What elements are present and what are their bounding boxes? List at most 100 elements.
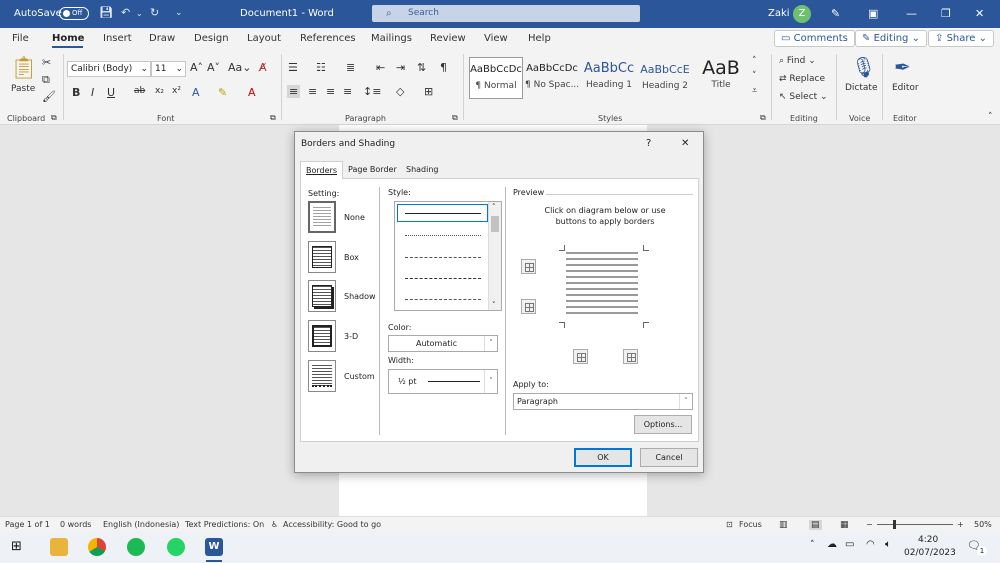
web-layout-icon[interactable]: ▦ — [840, 520, 849, 530]
style-dash-small[interactable] — [405, 257, 481, 258]
tab-page-border[interactable]: Page Border — [343, 161, 402, 178]
subscript-icon[interactable]: x₂ — [155, 86, 164, 96]
read-mode-icon[interactable]: ▥ — [779, 520, 788, 530]
zoom-slider[interactable] — [877, 524, 953, 525]
style-heading-1[interactable]: AaBbCc Heading 1 — [582, 57, 636, 99]
search-box[interactable]: ⌕ Search — [372, 5, 640, 22]
font-launcher-icon[interactable]: ⧉ — [270, 113, 276, 123]
avatar[interactable]: Z — [793, 5, 811, 23]
border-style-list[interactable]: ˄ ˅ — [394, 201, 502, 311]
clock-time[interactable]: 4:20 — [918, 535, 938, 545]
setting-box-label[interactable]: Box — [344, 253, 359, 262]
file-explorer-icon[interactable] — [50, 538, 68, 556]
align-left-icon[interactable]: ≡ — [287, 85, 301, 98]
paragraph-launcher-icon[interactable]: ⧉ — [452, 113, 458, 123]
undo-dropdown-icon[interactable]: ⌄ — [136, 9, 143, 18]
dictate-label[interactable]: Dictate — [845, 83, 878, 93]
options-button[interactable]: Options... — [634, 415, 692, 434]
minimize-icon[interactable]: — — [906, 7, 917, 20]
onedrive-icon[interactable]: ☁︎ — [827, 539, 837, 550]
width-select[interactable]: ½ pt ˅ — [388, 369, 498, 394]
setting-none-thumb[interactable] — [308, 201, 336, 233]
language[interactable]: English (Indonesia) — [103, 520, 179, 529]
tab-review[interactable]: Review — [430, 33, 466, 44]
style-solid[interactable] — [405, 213, 481, 214]
paste-icon[interactable]: 📋︎ — [10, 56, 38, 81]
clear-formatting-icon[interactable]: A̸ — [259, 61, 267, 74]
setting-none-label[interactable]: None — [344, 213, 365, 222]
customize-qat-icon[interactable]: ⌄ — [175, 8, 183, 18]
word-count[interactable]: 0 words — [60, 520, 91, 529]
text-effects-icon[interactable]: A — [192, 86, 200, 99]
autosave-toggle[interactable]: Off — [59, 7, 89, 20]
redo-icon[interactable]: ↻ — [150, 6, 159, 19]
pen-icon[interactable]: ✎ — [831, 7, 840, 20]
styles-launcher-icon[interactable]: ⧉ — [760, 113, 766, 123]
tab-home[interactable]: Home — [52, 33, 84, 44]
increase-indent-icon[interactable]: ⇥ — [396, 61, 405, 74]
undo-icon[interactable]: ↶ — [121, 6, 130, 19]
comments-button[interactable]: ▭ Comments — [774, 30, 855, 47]
align-center-icon[interactable]: ≡ — [308, 85, 317, 98]
justify-icon[interactable]: ≡ — [343, 85, 352, 98]
setting-3d-thumb[interactable] — [308, 320, 336, 352]
cancel-button[interactable]: Cancel — [640, 448, 698, 467]
collapse-ribbon-icon[interactable]: ˄ — [988, 112, 993, 122]
setting-custom-thumb[interactable] — [308, 360, 336, 392]
style-heading-2[interactable]: AaBbCcE Heading 2 — [638, 57, 692, 99]
color-select[interactable]: Automatic ˅ — [388, 335, 498, 352]
shading-icon[interactable]: ◇ — [396, 85, 404, 98]
decrease-indent-icon[interactable]: ⇤ — [376, 61, 385, 74]
font-size-select[interactable]: 11 ⌄ — [151, 61, 186, 77]
tab-help[interactable]: Help — [528, 33, 551, 44]
styles-scroll-down-icon[interactable]: ˅ — [752, 71, 757, 81]
preview-diagram[interactable] — [566, 250, 638, 318]
focus-button[interactable]: Focus — [739, 520, 762, 529]
scroll-down-icon[interactable]: ˅ — [492, 301, 496, 309]
numbering-icon[interactable]: ☷ — [316, 61, 326, 74]
style-dotted[interactable] — [405, 235, 481, 236]
microphone-icon[interactable]: 🎙︎ — [851, 55, 876, 79]
multilevel-list-icon[interactable]: ≣ — [346, 61, 355, 74]
bullets-icon[interactable]: ☰ — [288, 61, 298, 74]
editor-icon[interactable]: ✒︎ — [894, 55, 911, 79]
close-window-icon[interactable]: ✕ — [975, 7, 984, 20]
scroll-thumb[interactable] — [491, 216, 499, 232]
apply-to-select[interactable]: Paragraph ˅ — [513, 393, 693, 410]
tab-mailings[interactable]: Mailings — [371, 33, 412, 44]
editing-mode-button[interactable]: ✎ Editing ⌄ — [855, 30, 927, 47]
setting-shadow-label[interactable]: Shadow — [344, 292, 376, 301]
style-no-spacing[interactable]: AaBbCcDc ¶ No Spac... — [525, 57, 579, 99]
borders-icon[interactable]: ⊞ — [424, 85, 433, 98]
bold-icon[interactable]: B — [72, 86, 80, 99]
tab-draw[interactable]: Draw — [149, 33, 175, 44]
paste-label[interactable]: Paste — [11, 84, 35, 94]
show-formatting-icon[interactable]: ¶ — [440, 61, 447, 74]
chrome-icon[interactable] — [88, 538, 106, 556]
page-count[interactable]: Page 1 of 1 — [5, 520, 50, 529]
tab-design[interactable]: Design — [194, 33, 229, 44]
start-icon[interactable]: ⊞ — [11, 539, 22, 554]
scroll-up-icon[interactable]: ˄ — [492, 203, 496, 211]
ribbon-display-icon[interactable]: ▣ — [868, 7, 878, 20]
save-icon[interactable]: 💾︎ — [99, 6, 113, 19]
tab-file[interactable]: File — [12, 33, 29, 44]
volume-icon[interactable]: 🔈︎ — [885, 539, 891, 550]
style-dashed[interactable] — [405, 278, 481, 279]
underline-icon[interactable]: U — [107, 86, 115, 99]
battery-icon[interactable]: ▭ — [845, 539, 854, 550]
editor-label[interactable]: Editor — [892, 83, 919, 93]
tab-insert[interactable]: Insert — [103, 33, 132, 44]
highlight-icon[interactable]: ✎ — [218, 86, 227, 99]
accessibility-status[interactable]: Accessibility: Good to go — [283, 520, 381, 529]
setting-shadow-thumb[interactable] — [308, 280, 336, 312]
tab-shading[interactable]: Shading — [401, 161, 444, 178]
spotify-icon[interactable] — [127, 538, 145, 556]
share-button[interactable]: ⇪ Share ⌄ — [928, 30, 995, 47]
word-taskbar-icon[interactable]: W — [205, 538, 223, 556]
line-spacing-icon[interactable]: ↕≡ — [363, 85, 381, 98]
grow-font-icon[interactable]: A˄ — [190, 61, 203, 74]
style-dash-dot[interactable] — [405, 299, 481, 300]
tab-layout[interactable]: Layout — [247, 33, 281, 44]
font-color-icon[interactable]: A — [248, 86, 256, 99]
